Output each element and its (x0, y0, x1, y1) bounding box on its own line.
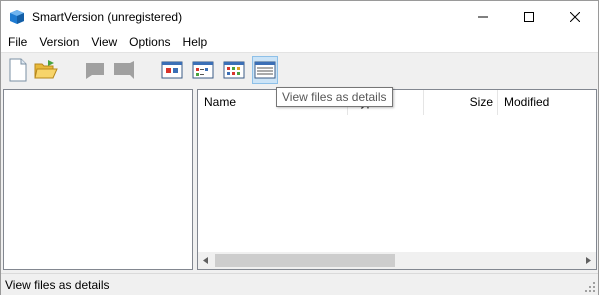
open-folder-icon (34, 60, 58, 79)
scrollbar-thumb[interactable] (215, 254, 395, 267)
view-large-icons-button[interactable] (159, 56, 185, 84)
minimize-icon (478, 16, 488, 17)
large-icons-view-icon (161, 61, 183, 79)
new-file-icon (9, 58, 27, 82)
close-icon (570, 11, 580, 22)
open-button[interactable] (33, 56, 59, 84)
resize-grip-icon[interactable] (584, 281, 596, 293)
back-button[interactable] (81, 56, 107, 84)
file-list-header: Name Type Size Modified (198, 90, 596, 115)
column-header-modified[interactable]: Modified (498, 90, 596, 115)
view-small-icons-button[interactable] (190, 56, 216, 84)
menu-file[interactable]: File (1, 32, 33, 52)
menu-view[interactable]: View (85, 32, 123, 52)
status-bar: View files as details (1, 273, 598, 295)
view-list-button[interactable] (221, 56, 247, 84)
file-list-pane[interactable]: Name Type Size Modified (197, 89, 597, 270)
menu-help[interactable]: Help (177, 32, 214, 52)
view-details-button[interactable] (252, 56, 278, 84)
details-view-icon (254, 61, 276, 79)
new-button[interactable] (5, 56, 31, 84)
horizontal-scrollbar[interactable] (198, 252, 596, 269)
close-button[interactable] (552, 1, 598, 32)
small-icons-view-icon (192, 61, 214, 79)
column-header-size[interactable]: Size (424, 90, 498, 115)
title-bar[interactable]: SmartVersion (unregistered) (1, 1, 598, 32)
menu-bar: File Version View Options Help (1, 32, 598, 52)
back-icon (86, 63, 104, 79)
app-window: SmartVersion (unregistered) File Version… (0, 0, 599, 295)
toolbar (1, 52, 598, 88)
forward-icon (114, 61, 134, 79)
status-text: View files as details (5, 278, 110, 292)
app-icon (9, 9, 25, 25)
tooltip: View files as details (276, 87, 393, 107)
menu-version[interactable]: Version (33, 32, 85, 52)
maximize-icon (524, 11, 534, 22)
list-view-icon (223, 61, 245, 79)
menu-options[interactable]: Options (123, 32, 176, 52)
folder-tree-pane[interactable] (3, 89, 193, 270)
scroll-right-icon[interactable] (582, 255, 594, 266)
scroll-left-icon[interactable] (200, 255, 212, 266)
maximize-button[interactable] (506, 1, 552, 32)
minimize-button[interactable] (460, 1, 506, 32)
forward-button[interactable] (111, 56, 137, 84)
window-title: SmartVersion (unregistered) (32, 10, 183, 24)
